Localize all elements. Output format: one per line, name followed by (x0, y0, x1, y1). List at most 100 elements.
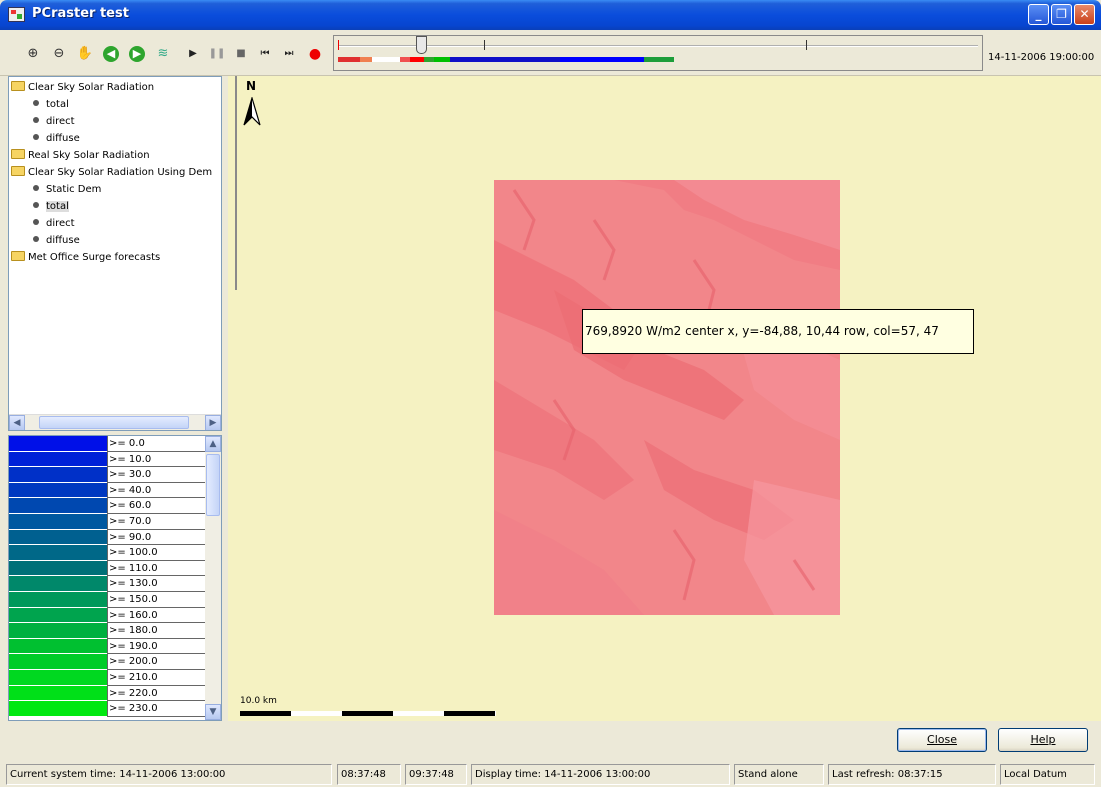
pause-icon[interactable]: ❚❚ (208, 45, 226, 63)
folder-icon (11, 81, 25, 91)
legend-row: >= 70.0 (9, 514, 206, 530)
tree-item-label: direct (46, 218, 75, 229)
layer-tree[interactable]: Clear Sky Solar Radiation total direct diff… (8, 76, 222, 431)
legend-row: >= 30.0 (9, 467, 206, 483)
minimize-button[interactable]: _ (1028, 4, 1049, 25)
tree-leaf[interactable]: total (11, 96, 69, 113)
pcraster-window: PCraster test _ ❐ ✕ ⊕ ⊖ ✋ ◀ ▶ ≋ ▶ ❚❚ ■ ⏮… (0, 0, 1101, 787)
map-divider (235, 76, 237, 290)
tree-item-label: diffuse (46, 133, 80, 144)
layers-icon[interactable]: ≋ (154, 45, 172, 63)
timeline-color-segment (410, 57, 424, 62)
legend-row: >= 180.0 (9, 623, 206, 639)
bullet-icon (33, 134, 39, 140)
legend-row: >= 220.0 (9, 685, 206, 702)
legend-swatch (9, 607, 107, 624)
stop-icon[interactable]: ■ (232, 45, 250, 63)
scroll-right-icon[interactable]: ▶ (205, 415, 221, 430)
status-time-1: 08:37:48 (337, 764, 401, 785)
status-display-time: Display time: 14-11-2006 13:00:00 (471, 764, 730, 785)
legend-row: >= 0.0 (9, 436, 206, 452)
skip-start-icon[interactable]: ⏮ (256, 45, 274, 63)
tree-leaf[interactable]: Static Dem (11, 181, 101, 198)
timeline-slider[interactable] (333, 35, 983, 71)
timeline-thumb[interactable] (416, 36, 427, 54)
scale-segment (342, 711, 393, 716)
status-bar: Current system time: 14-11-2006 13:00:00… (0, 761, 1101, 787)
legend-row: >= 130.0 (9, 576, 206, 592)
timeline-track (338, 45, 978, 47)
legend-label: >= 40.0 (107, 482, 206, 499)
legend-row: >= 190.0 (9, 638, 206, 655)
skip-end-icon[interactable]: ⏭ (280, 45, 298, 63)
tree-horizontal-scrollbar[interactable]: ◀ ▶ (9, 414, 221, 430)
status-mode: Stand alone (734, 764, 824, 785)
timeline-color-segment (450, 57, 560, 62)
tree-leaf[interactable]: total (11, 198, 69, 215)
map-canvas[interactable]: N 769,8920 W/m2 center x, y=-84,88, 10,4… (228, 76, 1101, 721)
scroll-down-icon[interactable]: ▼ (205, 704, 221, 720)
legend-swatch (9, 623, 107, 639)
timeline-color-segment (434, 57, 450, 62)
tree-leaf[interactable]: diffuse (11, 232, 80, 249)
timeline-color-segment (400, 57, 410, 62)
scroll-thumb[interactable] (39, 416, 189, 429)
legend-swatch (9, 670, 107, 686)
legend-swatch (9, 436, 107, 452)
folder-icon (11, 251, 25, 261)
legend-swatch (9, 576, 107, 592)
tree-folder[interactable]: Met Office Surge forecasts (11, 249, 160, 266)
legend-vertical-scrollbar[interactable]: ▲ ▼ (205, 436, 221, 720)
close-icon: ✕ (1079, 7, 1090, 21)
tree-folder[interactable]: Clear Sky Solar Radiation Using Dem (11, 164, 212, 181)
play-icon[interactable]: ▶ (184, 45, 202, 63)
zoom-in-icon[interactable]: ⊕ (24, 45, 42, 63)
legend-label: >= 230.0 (107, 701, 206, 717)
tree-leaf[interactable]: direct (11, 113, 75, 130)
legend-swatch (9, 560, 107, 577)
solar-radiation-raster[interactable] (494, 180, 840, 615)
forward-arrow-icon[interactable]: ▶ (129, 46, 145, 62)
legend-swatch (9, 654, 107, 670)
record-icon[interactable]: ● (306, 45, 324, 63)
scale-segment (240, 711, 291, 716)
status-system-time: Current system time: 14-11-2006 13:00:00 (6, 764, 332, 785)
tree-item-label: Clear Sky Solar Radiation (28, 82, 155, 93)
scroll-left-icon[interactable]: ◀ (9, 415, 25, 430)
scale-bar-label: 10.0 km (240, 696, 277, 706)
help-button[interactable]: Help (998, 728, 1088, 752)
button-strip: Close Help (0, 721, 1101, 759)
toolbar: ⊕ ⊖ ✋ ◀ ▶ ≋ ▶ ❚❚ ■ ⏮ ⏭ ● 14-11-2006 19:0… (0, 30, 1101, 76)
back-arrow-icon[interactable]: ◀ (103, 46, 119, 62)
tree-folder[interactable]: Clear Sky Solar Radiation (11, 79, 154, 96)
timeline-tick (806, 40, 807, 50)
legend-swatch (9, 638, 107, 655)
tree-leaf[interactable]: diffuse (11, 130, 80, 147)
folder-icon (11, 149, 25, 159)
legend-swatch (9, 467, 107, 483)
legend-label: >= 210.0 (107, 670, 206, 686)
bullet-icon (33, 219, 39, 225)
title-bar[interactable]: PCraster test _ ❐ ✕ (0, 0, 1101, 30)
close-button[interactable]: Close (897, 728, 987, 752)
legend-row: >= 90.0 (9, 529, 206, 546)
window-close-button[interactable]: ✕ (1074, 4, 1095, 25)
scroll-thumb[interactable] (206, 454, 220, 516)
legend-swatch (9, 685, 107, 702)
restore-button[interactable]: ❐ (1051, 4, 1072, 25)
status-time-2: 09:37:48 (405, 764, 467, 785)
tree-folder[interactable]: Real Sky Solar Radiation (11, 147, 150, 164)
tree-item-label: Real Sky Solar Radiation (28, 150, 150, 161)
legend-label: >= 180.0 (107, 623, 206, 639)
legend-swatch (9, 514, 107, 530)
zoom-out-icon[interactable]: ⊖ (50, 45, 68, 63)
scroll-up-icon[interactable]: ▲ (205, 436, 221, 452)
tree-leaf[interactable]: direct (11, 215, 75, 232)
legend-row: >= 230.0 (9, 701, 206, 717)
tree-item-label: total (46, 201, 69, 212)
legend-row: >= 150.0 (9, 592, 206, 608)
restore-icon: ❐ (1056, 7, 1067, 21)
pan-hand-icon[interactable]: ✋ (76, 45, 94, 63)
timeline-color-segment (560, 57, 644, 62)
legend-swatch (9, 545, 107, 561)
